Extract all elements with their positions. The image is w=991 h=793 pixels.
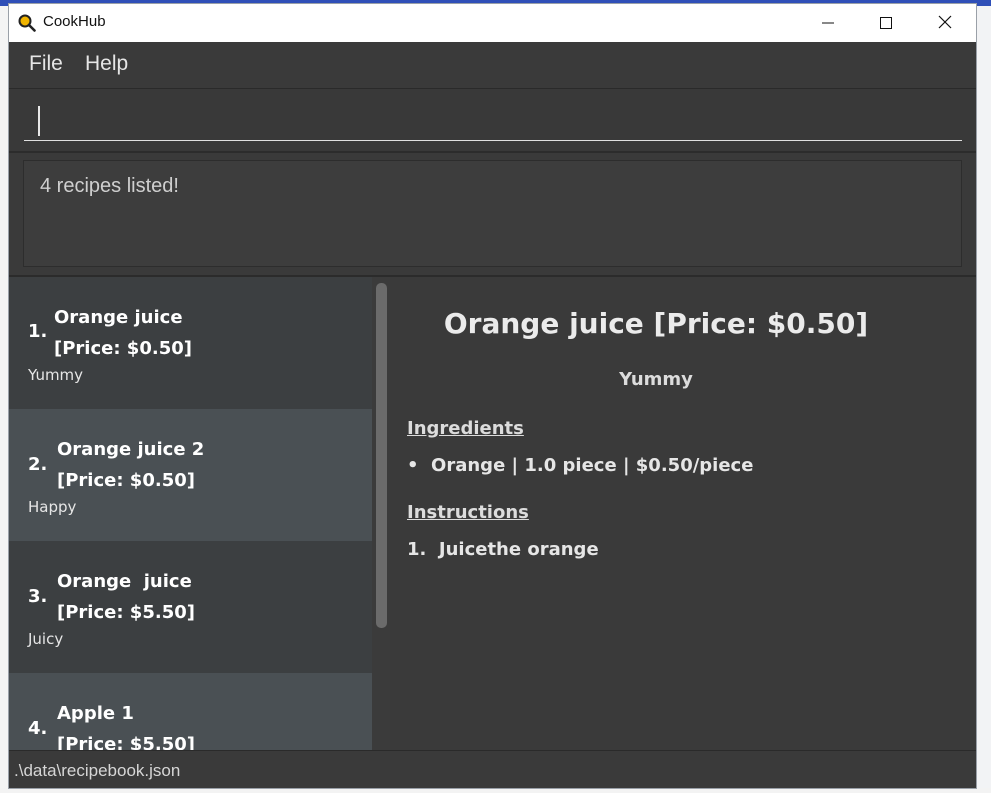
detail-description: Yummy [619, 369, 693, 390]
minimize-icon [822, 14, 834, 33]
recipe-name: Orange juice [57, 571, 192, 592]
ingredients-heading: Ingredients [407, 418, 524, 439]
recipe-description: Yummy [28, 366, 84, 384]
desktop-left-strip [0, 6, 9, 793]
title-bar: CookHub [9, 4, 976, 42]
menu-bar: File Help [9, 42, 976, 89]
recipe-detail-panel: Orange juice [Price: $0.50] Yummy Ingred… [390, 277, 976, 750]
recipe-name: Apple 1 [57, 703, 134, 724]
close-icon [938, 14, 952, 33]
recipe-price: [Price: $5.50] [57, 734, 195, 750]
result-display[interactable]: 4 recipes listed! [23, 160, 962, 267]
menu-file[interactable]: File [29, 52, 63, 76]
magnifier-app-icon [18, 14, 36, 32]
window-title: CookHub [43, 13, 106, 30]
recipe-index: 2. [28, 454, 48, 475]
desktop-right-strip [976, 6, 991, 793]
recipe-price: [Price: $0.50] [54, 338, 192, 359]
recipe-card[interactable]: 4. Apple 1 [Price: $5.50] [9, 673, 372, 750]
recipe-card[interactable]: 1. Orange juice [Price: $0.50] Yummy [9, 277, 372, 409]
recipe-price: [Price: $0.50] [57, 470, 195, 491]
recipe-description: Happy [28, 498, 77, 516]
recipe-price: [Price: $5.50] [57, 602, 195, 623]
result-area: 4 recipes listed! [9, 153, 976, 277]
maximize-icon [880, 14, 892, 33]
command-area [9, 89, 976, 153]
cookhub-window: CookHub File Help 4 recipes listed! 1. O… [9, 4, 976, 788]
status-bar: .\data\recipebook.json [9, 750, 976, 788]
recipe-list[interactable]: 1. Orange juice [Price: $0.50] Yummy 2. … [9, 277, 372, 750]
recipe-index: 1. [28, 321, 48, 342]
text-caret [38, 106, 40, 136]
result-message: 4 recipes listed! [40, 175, 179, 197]
recipe-index: 3. [28, 586, 48, 607]
recipe-card[interactable]: 3. Orange juice [Price: $5.50] Juicy [9, 541, 372, 673]
instructions-heading: Instructions [407, 502, 529, 523]
list-scrollbar[interactable] [372, 277, 390, 750]
close-button[interactable] [916, 4, 974, 42]
command-input[interactable] [24, 99, 962, 141]
recipe-index: 4. [28, 718, 48, 739]
ingredient-item: • Orange | 1.0 piece | $0.50/piece [407, 455, 754, 476]
instruction-step: 1. Juicethe orange [407, 539, 599, 560]
minimize-button[interactable] [799, 4, 857, 42]
menu-help[interactable]: Help [85, 52, 128, 76]
recipe-description: Juicy [28, 630, 64, 648]
recipe-card[interactable]: 2. Orange juice 2 [Price: $0.50] Happy [9, 409, 372, 541]
scrollbar-thumb[interactable] [376, 283, 387, 628]
recipe-name: Orange juice [54, 307, 183, 328]
save-file-path: .\data\recipebook.json [14, 761, 181, 780]
recipe-name: Orange juice 2 [57, 439, 205, 460]
desktop-bottom-strip [0, 788, 991, 793]
detail-title: Orange juice [Price: $0.50] [443, 307, 869, 340]
maximize-button[interactable] [857, 4, 915, 42]
